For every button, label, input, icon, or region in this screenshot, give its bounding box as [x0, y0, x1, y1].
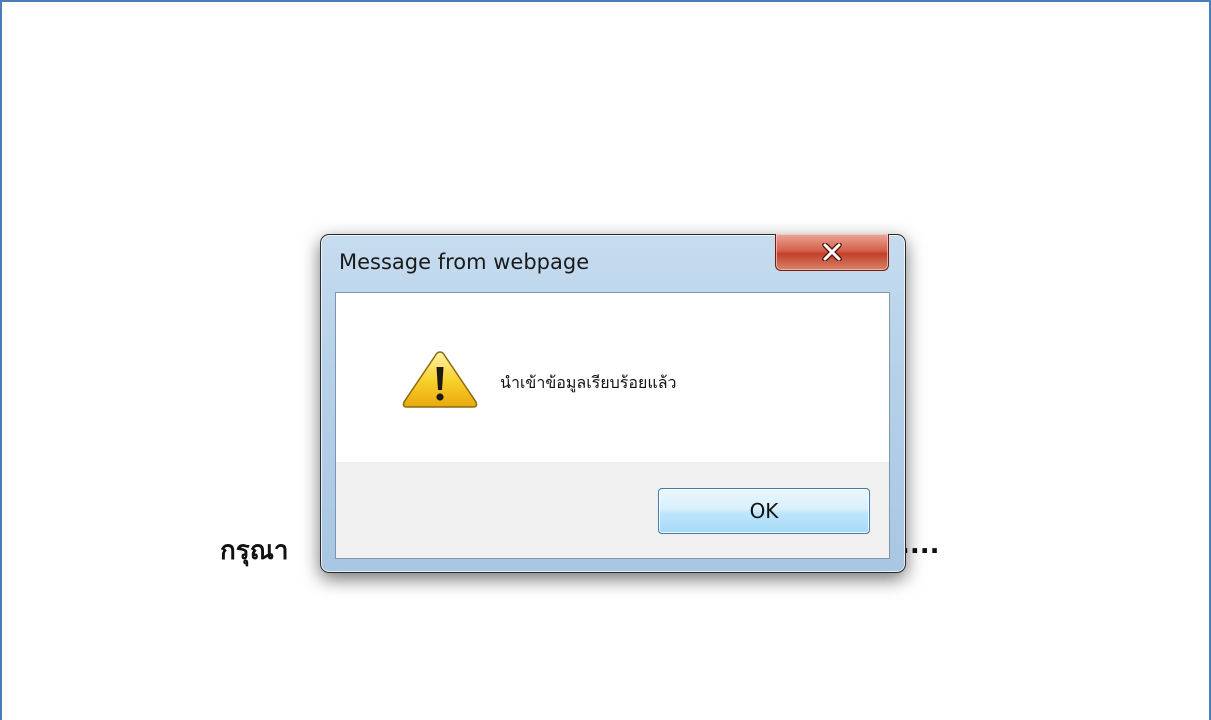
- close-button[interactable]: [775, 234, 889, 271]
- message-area: นำเข้าข้อมูลเรียบร้อยแล้ว: [336, 293, 889, 462]
- browser-page: กรุณา .... Message from webpage นำเข้าข้…: [0, 0, 1211, 720]
- dialog-title: Message from webpage: [339, 250, 590, 274]
- dialog-titlebar[interactable]: Message from webpage: [321, 234, 905, 291]
- page-text-left: กรุณา: [220, 536, 289, 566]
- alert-dialog: Message from webpage นำเข้าข้อมูลเรียบร้…: [320, 234, 906, 573]
- close-icon: [822, 243, 842, 261]
- dialog-body: นำเข้าข้อมูลเรียบร้อยแล้ว OK: [335, 292, 890, 559]
- warning-icon: [402, 351, 478, 408]
- dialog-message: นำเข้าข้อมูลเรียบร้อยแล้ว: [500, 373, 677, 392]
- ok-button[interactable]: OK: [658, 488, 870, 534]
